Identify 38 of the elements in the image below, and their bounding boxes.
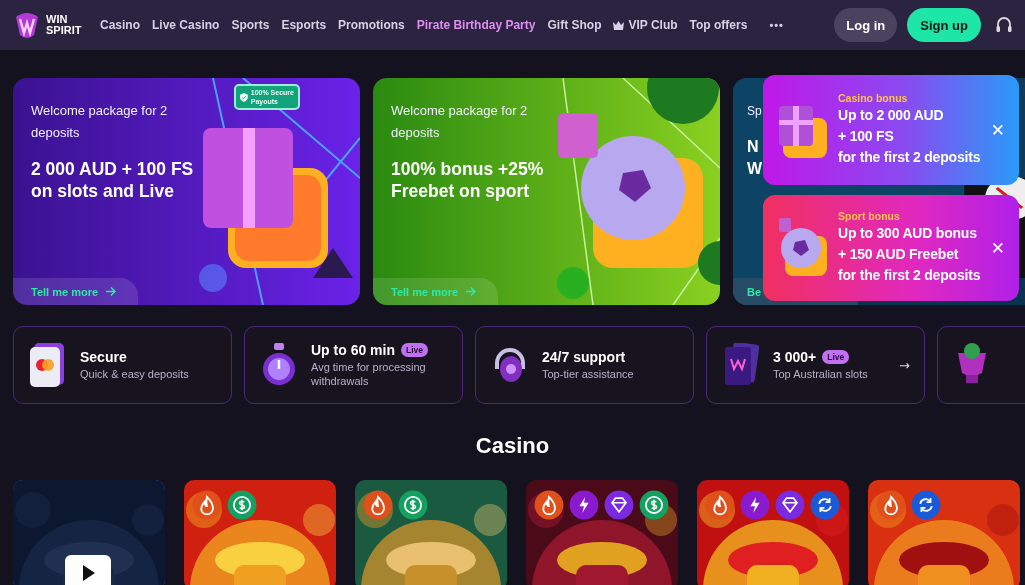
bonus-label: Casino bonus	[838, 92, 909, 105]
banner-headline: 100% bonus +25% Freebet on sport	[391, 158, 545, 202]
banner-headline: N	[747, 137, 759, 157]
bonus-label: Sport bonus	[838, 210, 901, 223]
nav-link[interactable]: Top offers	[689, 18, 748, 32]
more-button[interactable]: •••	[763, 18, 790, 32]
bonus-text: Up to 300 AUD bonus + 150 AUD Freebet for the first 2 deposits	[838, 224, 982, 285]
nav-link[interactable]: VIP Club	[613, 18, 678, 32]
nav-link[interactable]: Live Casino	[152, 18, 220, 32]
feature-title: Secure	[80, 349, 127, 365]
nav-link[interactable]: Pirate Birthday Party	[416, 18, 536, 32]
login-button[interactable]: Log in	[834, 8, 898, 42]
nav-link[interactable]: Casino	[100, 18, 140, 32]
arrow-icon[interactable]: →	[899, 357, 910, 373]
nav-link[interactable]: Promotions	[338, 18, 405, 32]
feature-title: 3 000+	[773, 349, 817, 365]
nav-link[interactable]: Sports	[231, 18, 270, 32]
signup-button[interactable]: Sign up	[907, 8, 981, 42]
bonus-text: Up to 2 000 AUD + 100 FS for the first 2 deposits	[838, 106, 982, 167]
banner-subtitle: Welcome package for 2 deposits	[31, 102, 169, 142]
banner-subtitle: Sp	[747, 103, 762, 120]
banner-headline: 2 000 AUD + 100 FS on slots and Live	[31, 158, 195, 202]
banner-headline: W	[747, 159, 763, 179]
tell-more-link[interactable]: Tell me more	[13, 278, 138, 305]
feature-subtitle: Avg time for processing withdrawals	[311, 360, 427, 388]
live-tag: Live	[401, 343, 429, 357]
banner-subtitle: Welcome package for 2 deposits	[391, 102, 529, 142]
brand-name[interactable]: WIN SPIRIT	[46, 14, 86, 36]
feature-subtitle: Top Australian slots	[773, 367, 869, 381]
feature-title: 24/7 support	[542, 349, 626, 365]
feature-subtitle: Quick & easy deposits	[80, 367, 190, 381]
feature-title: Up to 60 min	[311, 342, 395, 358]
live-tag: Live	[822, 350, 850, 364]
feature-subtitle: Top-tier assistance	[542, 367, 635, 381]
nav-link[interactable]: Gift Shop	[547, 18, 602, 32]
close-button[interactable]: ✕	[990, 238, 1005, 258]
nav-link[interactable]: Esports	[281, 18, 327, 32]
section-title: Casino	[475, 432, 550, 460]
